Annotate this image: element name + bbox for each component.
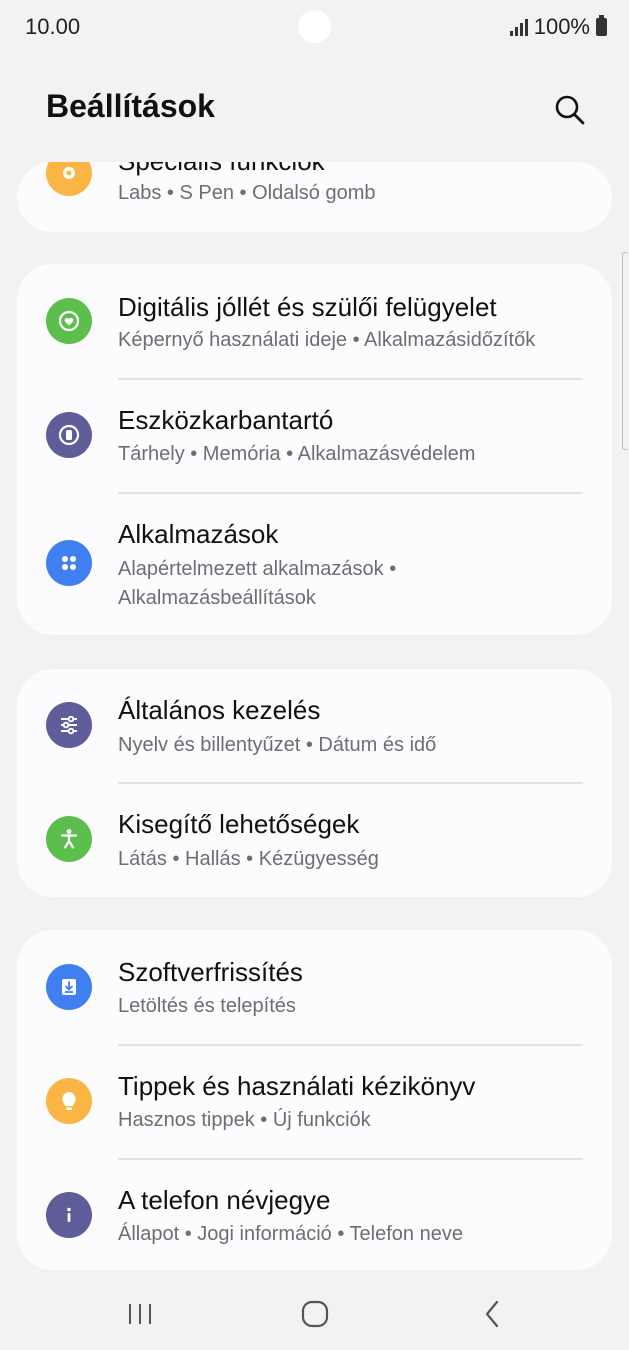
settings-group-3: Szoftverfrissítés Letöltés és telepítés …: [17, 930, 612, 1270]
search-button[interactable]: [550, 90, 590, 130]
settings-item-subtitle: Állapot • Jogi információ • Telefon neve: [118, 1223, 463, 1245]
back-icon: [485, 1300, 499, 1328]
search-icon: [555, 95, 585, 125]
settings-item-title: Eszközkarbantartó: [118, 405, 334, 435]
accessibility-icon: [46, 816, 92, 862]
settings-item-title: Tippek és használati kézikönyv: [118, 1071, 476, 1101]
home-icon: [301, 1300, 329, 1328]
puzzle-icon: [46, 162, 92, 196]
settings-item-device-care[interactable]: Eszközkarbantartó Tárhely • Memória • Al…: [17, 380, 612, 494]
settings-item-title: Digitális jóllét és szülői felügyelet: [118, 292, 497, 322]
settings-item-digital-wellbeing[interactable]: Digitális jóllét és szülői felügyelet Ké…: [17, 264, 612, 379]
recents-button[interactable]: [115, 1294, 165, 1334]
settings-item-subtitle: Tárhely • Memória • Alkalmazásvédelem: [118, 443, 476, 465]
navigation-bar: [0, 1282, 629, 1350]
signal-icon: [509, 18, 528, 36]
settings-item-accessibility[interactable]: Kisegítő lehetőségek Látás • Hallás • Ké…: [17, 784, 612, 897]
settings-item-title: Általános kezelés: [118, 695, 321, 725]
lightbulb-icon: [46, 1078, 92, 1124]
status-indicators: 100%: [509, 14, 607, 40]
settings-item-subtitle: Nyelv és billentyűzet • Dátum és idő: [118, 734, 437, 756]
settings-item-software-update[interactable]: Szoftverfrissítés Letöltés és telepítés: [17, 930, 612, 1044]
camera-cutout: [298, 10, 331, 43]
apps-grid-icon: [46, 540, 92, 586]
info-icon: [46, 1192, 92, 1238]
settings-item-title: Alkalmazások: [118, 519, 279, 549]
settings-group-advanced: Speciális funkciók Labs • S Pen • Oldals…: [17, 162, 612, 232]
settings-item-subtitle: Hasznos tippek • Új funkciók: [118, 1109, 371, 1131]
settings-item-about-phone[interactable]: A telefon névjegye Állapot • Jogi inform…: [17, 1160, 612, 1270]
settings-item-title: Szoftverfrissítés: [118, 957, 303, 987]
settings-group-2: Általános kezelés Nyelv és billentyűzet …: [17, 669, 612, 897]
settings-item-subtitle: Labs • S Pen • Oldalsó gomb: [118, 182, 376, 204]
settings-item-tips-manual[interactable]: Tippek és használati kézikönyv Hasznos t…: [17, 1046, 612, 1158]
status-bar: 10.00 100%: [0, 0, 629, 54]
page-title: Beállítások: [46, 88, 215, 124]
device-care-icon: [46, 412, 92, 458]
settings-item-title: Speciális funkciók: [118, 162, 325, 177]
status-time: 10.00: [25, 14, 81, 39]
settings-item-general-management[interactable]: Általános kezelés Nyelv és billentyűzet …: [17, 669, 612, 783]
settings-item-subtitle: Látás • Hallás • Kézügyesség: [118, 848, 379, 870]
scroll-indicator[interactable]: [622, 252, 628, 450]
settings-item-apps[interactable]: Alkalmazások Alapértelmezett alkalmazáso…: [17, 494, 612, 635]
battery-icon: [596, 15, 607, 36]
settings-item-advanced-features[interactable]: Speciális funkciók Labs • S Pen • Oldals…: [17, 162, 612, 232]
battery-percent: 100%: [533, 14, 590, 39]
home-button[interactable]: [290, 1294, 340, 1334]
heart-circle-icon: [46, 298, 92, 344]
sliders-icon: [46, 702, 92, 748]
settings-item-subtitle: Képernyő használati ideje • Alkalmazásid…: [118, 329, 536, 351]
settings-item-title: Kisegítő lehetőségek: [118, 809, 360, 839]
settings-group-1: Digitális jóllét és szülői felügyelet Ké…: [17, 264, 612, 635]
download-icon: [46, 964, 92, 1010]
settings-item-subtitle: Alapértelmezett alkalmazások • Alkalmazá…: [118, 558, 397, 609]
settings-item-title: A telefon névjegye: [118, 1185, 331, 1215]
back-button[interactable]: [467, 1294, 517, 1334]
settings-item-subtitle: Letöltés és telepítés: [118, 995, 296, 1017]
recents-icon: [129, 1304, 151, 1324]
